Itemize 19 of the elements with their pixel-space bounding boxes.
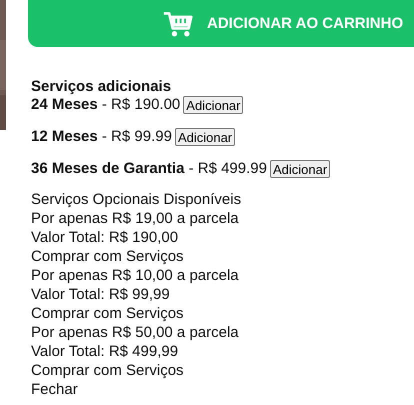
add-button[interactable]: Adicionar — [183, 96, 244, 114]
info-text: Por apenas R$ 50,00 a parcela — [31, 324, 239, 341]
service-option: 36 Meses de Garantia - R$ 499.99 — [31, 160, 267, 178]
info-text: Valor Total: R$ 99,99 — [31, 286, 170, 303]
info-text: Fechar — [31, 381, 78, 398]
cart-icon — [163, 10, 193, 38]
info-text: Por apenas R$ 19,00 a parcela — [31, 210, 239, 227]
section-title: Serviços adicionais — [31, 78, 172, 96]
add-button[interactable]: Adicionar — [270, 160, 330, 178]
add-button[interactable]: Adicionar — [174, 128, 236, 146]
info-text: Por apenas R$ 10,00 a parcela — [31, 267, 239, 284]
info-text: Comprar com Serviços — [31, 362, 184, 379]
info-text: Valor Total: R$ 190,00 — [31, 229, 178, 246]
info-text: Comprar com Serviços — [31, 305, 184, 322]
service-option: 12 Meses - R$ 99.99 — [31, 128, 172, 146]
info-text: Comprar com Serviços — [31, 248, 184, 265]
info-text: Valor Total: R$ 499,99 — [31, 343, 178, 360]
service-option: 24 Meses - R$ 190.00 — [31, 96, 180, 114]
info-text: Serviços Opcionais Disponíveis — [31, 191, 242, 208]
